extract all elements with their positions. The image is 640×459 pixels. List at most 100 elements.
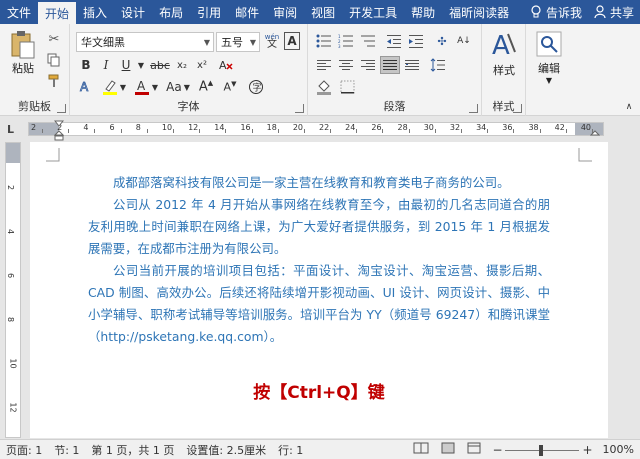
zoom-level[interactable]: 100% <box>597 443 640 456</box>
borders-button[interactable] <box>338 78 358 96</box>
tab-selector[interactable]: L <box>7 123 14 136</box>
tab-layout[interactable]: 布局 <box>152 0 190 24</box>
styles-label: 样式 <box>493 64 515 77</box>
line-spacing-button[interactable] <box>428 56 448 74</box>
sort-button[interactable]: A↓ <box>454 32 474 50</box>
web-layout-button[interactable] <box>461 442 487 457</box>
font-size-select[interactable]: 五号 ▼ <box>216 32 260 52</box>
justify-button[interactable] <box>380 56 400 74</box>
tab-references[interactable]: 引用 <box>190 0 228 24</box>
font-color-dropdown[interactable]: ▼ <box>150 78 160 96</box>
chinese-layout-button[interactable]: ✣ <box>432 32 452 50</box>
superscript-button[interactable]: x² <box>192 56 212 74</box>
enclose-characters-button[interactable]: 字 <box>246 78 266 96</box>
paragraph-3[interactable]: 公司当前开展的培训项目包括：平面设计、淘宝设计、淘宝运营、摄影后期、CAD 制图… <box>88 260 550 348</box>
status-setting[interactable]: 设置值: 2.5厘米 <box>180 442 272 458</box>
ruler-number: 12 <box>188 123 199 132</box>
tab-help[interactable]: 帮助 <box>404 0 442 24</box>
tab-review[interactable]: 审阅 <box>266 0 304 24</box>
character-border-button[interactable]: A <box>284 32 300 50</box>
enclose-characters-icon: 字 <box>249 80 263 94</box>
tab-insert[interactable]: 插入 <box>76 0 114 24</box>
zoom-out-icon[interactable]: − <box>493 443 503 457</box>
ruler-tick <box>513 129 515 133</box>
styles-button[interactable]: A 样式 <box>486 30 522 78</box>
character-border-label: A <box>287 34 297 48</box>
increase-indent-button[interactable] <box>406 32 426 50</box>
tab-file[interactable]: 文件 <box>0 0 38 24</box>
multilevel-list-button[interactable] <box>358 32 378 50</box>
align-left-button[interactable] <box>314 56 334 74</box>
bullets-icon <box>316 34 331 48</box>
text-effects-icon: A <box>80 80 90 95</box>
align-right-button[interactable] <box>358 56 378 74</box>
bold-button[interactable]: B <box>76 56 96 74</box>
clipboard-launcher[interactable] <box>57 104 66 113</box>
tab-home[interactable]: 开始 <box>38 2 77 24</box>
tab-mailings[interactable]: 邮件 <box>228 0 266 24</box>
paragraph-launcher[interactable] <box>469 104 478 113</box>
italic-button[interactable]: I <box>96 56 116 74</box>
grow-font-button[interactable]: A▲ <box>196 78 216 96</box>
align-center-button[interactable] <box>336 56 356 74</box>
read-mode-button[interactable] <box>407 442 435 457</box>
status-section[interactable]: 节: 1 <box>48 442 85 458</box>
subscript-button[interactable]: x₂ <box>172 56 192 74</box>
crop-mark-top-right <box>578 148 592 162</box>
vertical-scrollbar[interactable] <box>622 142 640 438</box>
zoom-slider[interactable]: − + <box>487 443 597 457</box>
share-button[interactable]: 共享 <box>588 0 640 24</box>
font-launcher[interactable] <box>295 104 304 113</box>
strikethrough-button[interactable]: abc <box>150 56 170 74</box>
ruler-tick <box>251 129 253 133</box>
zoom-slider-thumb[interactable] <box>538 444 543 456</box>
decrease-indent-button[interactable] <box>384 32 404 50</box>
status-page-of[interactable]: 第 1 页，共 1 页 <box>85 442 180 458</box>
paste-button[interactable]: 粘贴 <box>6 30 40 76</box>
change-case-button[interactable]: Aa ▼ <box>164 78 192 96</box>
tab-developer[interactable]: 开发工具 <box>342 0 404 24</box>
bullets-button[interactable] <box>314 32 334 50</box>
paragraph-1[interactable]: 成都部落窝科技有限公司是一家主营在线教育和教育类电子商务的公司。 <box>88 172 550 194</box>
cut-button[interactable]: ✂ <box>44 30 64 48</box>
ruler-tick <box>199 129 201 133</box>
paragraph-group: 123 ✣ A↓ 段落 <box>308 24 482 116</box>
highlighter-icon <box>103 80 117 95</box>
document-page[interactable]: 成都部落窝科技有限公司是一家主营在线教育和教育类电子商务的公司。 公司从 201… <box>30 142 608 438</box>
tab-view[interactable]: 视图 <box>304 0 342 24</box>
styles-launcher[interactable] <box>513 104 522 113</box>
subscript-icon: x₂ <box>177 59 187 71</box>
shading-button[interactable] <box>314 78 334 96</box>
underline-button[interactable]: U <box>116 56 136 74</box>
hanging-indent-marker[interactable] <box>54 130 64 142</box>
format-painter-button[interactable] <box>44 72 64 90</box>
phonetic-guide-button[interactable]: wén 文 <box>262 32 282 50</box>
distributed-button[interactable] <box>402 56 422 74</box>
tab-design[interactable]: 设计 <box>114 0 152 24</box>
clear-formatting-button[interactable]: A <box>216 56 236 74</box>
paragraph-2[interactable]: 公司从 2012 年 4 月开始从事网络在线教育至今，由最初的几名志同道合的朋友… <box>88 194 550 260</box>
shrink-font-button[interactable]: A▼ <box>220 78 240 96</box>
font-name-select[interactable]: 华文细黑 ▼ <box>76 32 214 52</box>
zoom-in-icon[interactable]: + <box>582 443 592 457</box>
ruler-strip[interactable]: 2 2 4 6 8 10 12 14 16 18 20 22 24 26 28 30 32 34 36 38 42 40 <box>28 122 604 136</box>
text-effects-button[interactable]: A <box>76 78 96 96</box>
right-indent-marker[interactable] <box>590 130 600 140</box>
tell-me-button[interactable]: 告诉我 <box>524 0 588 24</box>
ruler-number: 22 <box>319 123 330 132</box>
editing-button[interactable]: 编辑 ▼ <box>530 30 568 85</box>
highlight-color-dropdown[interactable]: ▼ <box>118 78 128 96</box>
copy-button[interactable] <box>44 51 64 69</box>
status-line[interactable]: 行: 1 <box>272 442 309 458</box>
superscript-icon: x² <box>197 59 207 71</box>
font-color-button[interactable]: A <box>132 78 152 96</box>
underline-icon: U <box>121 58 131 72</box>
underline-dropdown[interactable]: ▼ <box>136 56 146 74</box>
tab-foxit-reader[interactable]: 福昕阅读器 <box>442 0 516 24</box>
print-layout-button[interactable] <box>435 442 461 457</box>
status-page[interactable]: 页面: 1 <box>0 442 48 458</box>
highlight-color-button[interactable] <box>100 78 120 96</box>
clear-formatting-icon: A <box>219 59 233 72</box>
collapse-ribbon-button[interactable]: ∧ <box>622 100 636 114</box>
numbering-button[interactable]: 123 <box>336 32 356 50</box>
